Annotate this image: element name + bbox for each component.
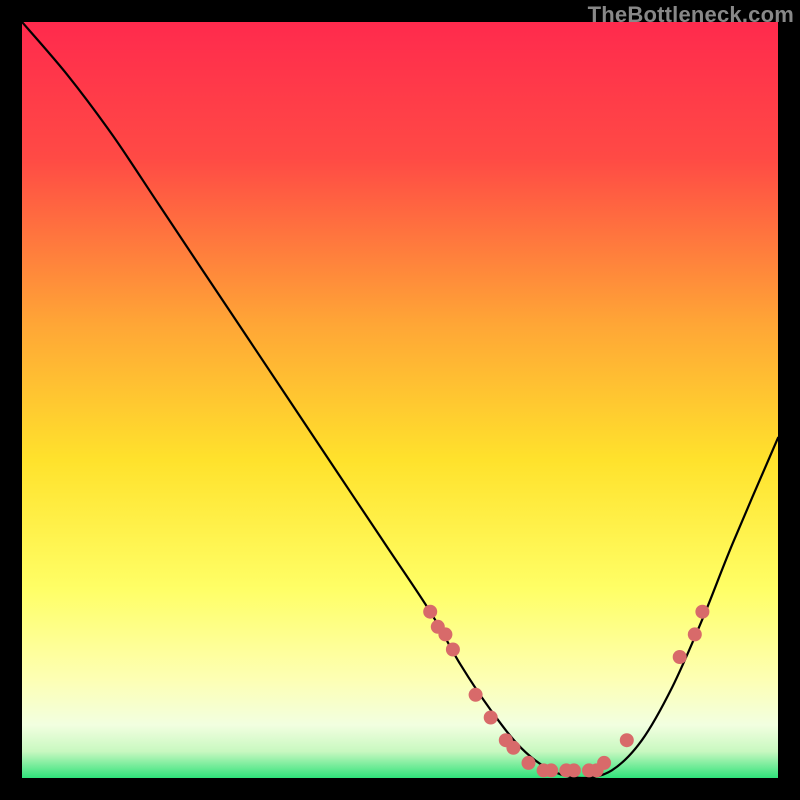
sample-dot	[673, 650, 687, 664]
bottleneck-chart	[22, 22, 778, 778]
sample-dot	[695, 605, 709, 619]
sample-dot	[567, 763, 581, 777]
sample-dot	[522, 756, 536, 770]
sample-dot	[438, 627, 452, 641]
sample-dot	[446, 643, 460, 657]
sample-dot	[620, 733, 634, 747]
sample-dot	[597, 756, 611, 770]
sample-dot	[469, 688, 483, 702]
gradient-background	[22, 22, 778, 778]
sample-dot	[688, 627, 702, 641]
sample-dot	[506, 741, 520, 755]
sample-dot	[423, 605, 437, 619]
watermark-text: TheBottleneck.com	[588, 2, 794, 28]
sample-dot	[544, 763, 558, 777]
chart-frame	[22, 22, 778, 778]
sample-dot	[484, 711, 498, 725]
